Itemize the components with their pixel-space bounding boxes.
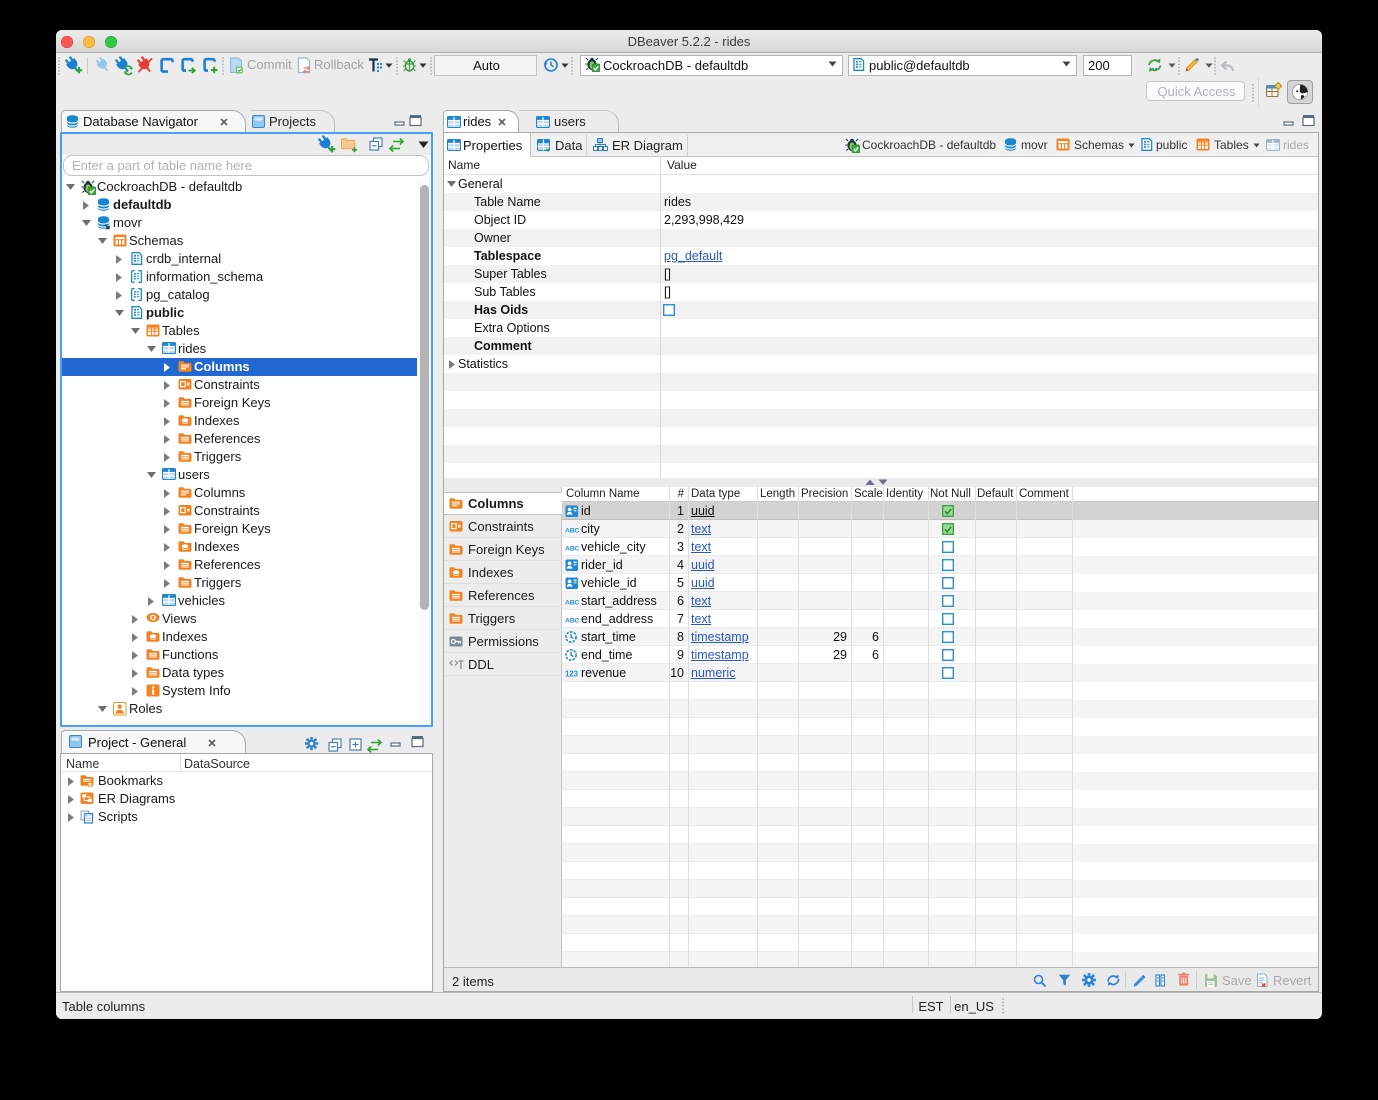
svg-text:ABC: ABC [565,528,579,535]
svg-text:123: 123 [565,670,578,679]
svg-text:ABC: ABC [565,546,579,553]
svg-text:ABC: ABC [565,600,579,607]
svg-text:ABC: ABC [565,618,579,625]
